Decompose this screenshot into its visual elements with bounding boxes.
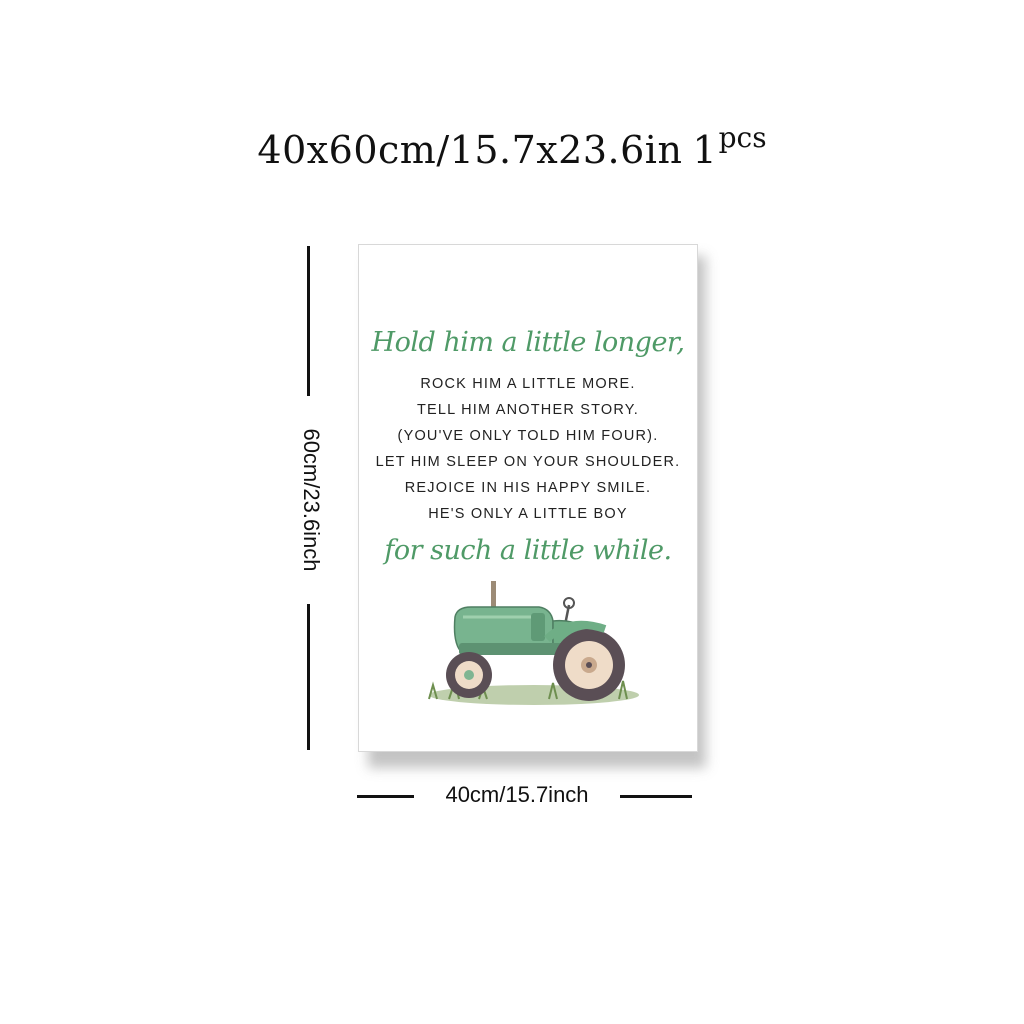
verse-line: TELL HIM ANOTHER STORY.: [416, 402, 640, 418]
height-dimension-label: 60cm/23.6inch: [299, 428, 324, 572]
quantity-unit: pcs: [718, 121, 767, 154]
verse-line: (YOU'VE ONLY TOLD HIM FOUR).: [397, 428, 659, 444]
size-text: 40x60cm/15.7x23.6in: [257, 128, 683, 172]
verse-line: REJOICE IN HIS HAPPY SMILE.: [404, 480, 652, 496]
height-dimension-line-top: [307, 246, 310, 396]
height-dimension-line-bottom: [307, 604, 310, 750]
verse-line: HE'S ONLY A LITTLE BOY: [428, 506, 628, 522]
poster: Hold him a little longer, ROCK HIM A LIT…: [358, 244, 698, 752]
width-dimension-label: 40cm/15.7inch: [445, 782, 589, 807]
width-dimension-line-right: [620, 795, 692, 798]
quantity-number: 1: [692, 128, 717, 172]
width-dimension-line-left: [357, 795, 414, 798]
product-size-title: 40x60cm/15.7x23.6in 1pcs: [0, 121, 1024, 172]
poster-script-closing: for such a little while.: [384, 535, 672, 566]
verse-line: LET HIM SLEEP ON YOUR SHOULDER.: [375, 454, 681, 470]
tractor-illustration: [419, 577, 649, 717]
verse-line: ROCK HIM A LITTLE MORE.: [420, 376, 636, 392]
poster-script-heading: Hold him a little longer,: [371, 327, 685, 358]
